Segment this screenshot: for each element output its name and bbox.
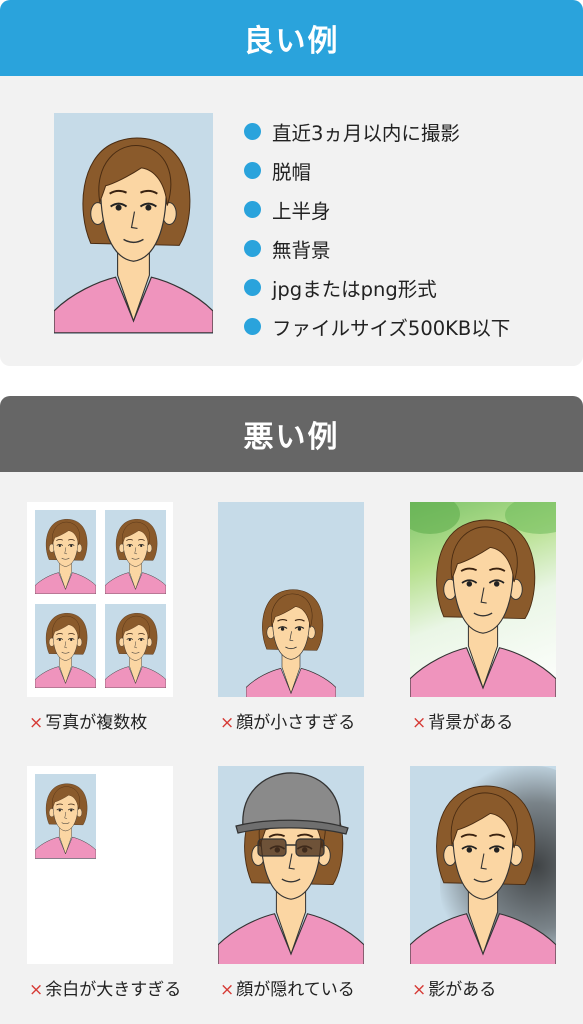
requirement-item: ファイルサイズ500KB以下 bbox=[244, 307, 510, 346]
cross-icon: × bbox=[412, 980, 427, 1000]
requirement-item: 直近3ヵ月以内に撮影 bbox=[244, 112, 510, 151]
bad-photo-margin bbox=[27, 766, 173, 964]
portrait-illustration bbox=[35, 510, 96, 594]
good-example-panel: 良い例 直近3ヵ月以内に撮影 脱帽 上半身 無背景 jpgまたはpng形式 ファ… bbox=[0, 0, 583, 366]
requirements-list: 直近3ヵ月以内に撮影 脱帽 上半身 無背景 jpgまたはpng形式 ファイルサイ… bbox=[244, 112, 510, 346]
portrait-illustration bbox=[35, 604, 96, 688]
bad-photo-face-small bbox=[218, 502, 364, 697]
bullet-icon bbox=[244, 123, 261, 140]
bad-caption: × 顔が隠れている bbox=[220, 980, 355, 1000]
bad-caption: × 写真が複数枚 bbox=[29, 713, 148, 733]
bad-photo-background bbox=[410, 502, 556, 697]
portrait-illustration bbox=[54, 113, 213, 334]
portrait-illustration bbox=[105, 510, 166, 594]
requirement-item: 脱帽 bbox=[244, 151, 510, 190]
portrait-illustration bbox=[35, 774, 96, 859]
requirement-item: 無背景 bbox=[244, 229, 510, 268]
bad-caption: × 影がある bbox=[412, 980, 497, 1000]
good-example-title: 良い例 bbox=[0, 0, 583, 76]
cross-icon: × bbox=[412, 713, 427, 733]
bad-photo-shadow bbox=[410, 766, 556, 964]
requirement-item: jpgまたはpng形式 bbox=[244, 268, 510, 307]
cross-icon: × bbox=[220, 713, 235, 733]
cross-icon: × bbox=[220, 980, 235, 1000]
portrait-illustration bbox=[410, 766, 556, 964]
bullet-icon bbox=[244, 201, 261, 218]
bullet-icon bbox=[244, 240, 261, 257]
good-example-photo bbox=[54, 113, 213, 334]
cross-icon: × bbox=[29, 980, 44, 1000]
cap-and-sunglasses-icon bbox=[235, 772, 349, 857]
bad-caption: × 余白が大きすぎる bbox=[29, 980, 182, 1000]
requirement-item: 上半身 bbox=[244, 190, 510, 229]
bad-caption: × 背景がある bbox=[412, 713, 514, 733]
bad-example-title: 悪い例 bbox=[0, 396, 583, 472]
bad-photo-multiple bbox=[27, 502, 173, 697]
bullet-icon bbox=[244, 318, 261, 335]
cross-icon: × bbox=[29, 713, 44, 733]
bad-photo-face-hidden bbox=[218, 766, 364, 964]
portrait-illustration bbox=[410, 502, 556, 697]
bad-caption: × 顔が小さすぎる bbox=[220, 713, 356, 733]
portrait-illustration bbox=[246, 576, 336, 697]
portrait-illustration bbox=[105, 604, 166, 688]
bullet-icon bbox=[244, 162, 261, 179]
bullet-icon bbox=[244, 279, 261, 296]
